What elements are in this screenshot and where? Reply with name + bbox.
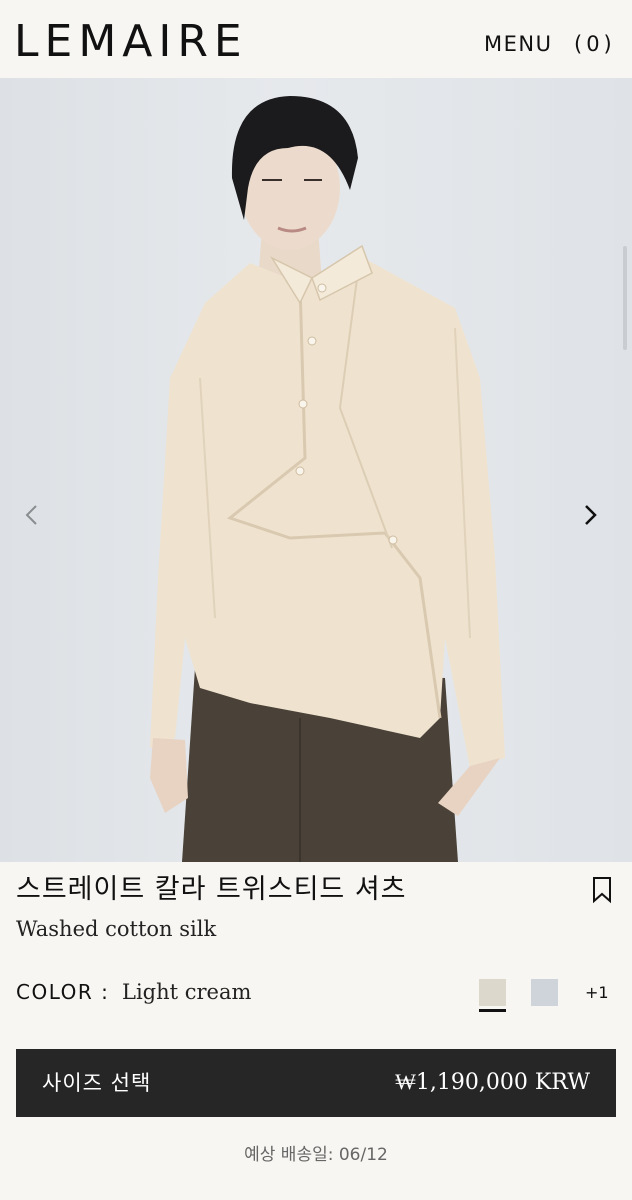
chevron-right-icon[interactable] xyxy=(584,504,608,528)
brand-logo[interactable]: LEMAIRE xyxy=(14,16,248,68)
product-image-carousel[interactable] xyxy=(0,78,632,862)
product-photo xyxy=(150,96,505,862)
gallery-scrollbar[interactable] xyxy=(623,246,627,350)
select-size-button[interactable]: 사이즈 선택 ₩1,190,000 KRW xyxy=(16,1049,616,1117)
menu-button[interactable]: MENU xyxy=(484,30,552,58)
product-price: ₩1,190,000 KRW xyxy=(395,1070,590,1095)
color-swatch-light-cream[interactable] xyxy=(479,979,506,1006)
color-swatch-light-blue-grey[interactable] xyxy=(531,979,558,1006)
product-material: Washed cotton silk xyxy=(16,917,217,941)
estimated-delivery: 예상 배송일: 06/12 xyxy=(244,1145,388,1165)
color-label: COLOR : xyxy=(16,980,110,1004)
select-size-label: 사이즈 선택 xyxy=(42,1071,152,1095)
selected-color-name: Light cream xyxy=(122,980,252,1004)
more-colors-link[interactable]: +1 xyxy=(585,981,609,1005)
product-title: 스트레이트 칼라 트위스티드 셔츠 xyxy=(16,874,407,905)
cart-button[interactable]: (0) xyxy=(574,30,616,58)
bookmark-icon[interactable] xyxy=(590,876,614,904)
site-header: LEMAIRE MENU (0) xyxy=(0,0,632,78)
chevron-left-icon[interactable] xyxy=(24,504,48,528)
selected-swatch-indicator xyxy=(479,1009,506,1012)
